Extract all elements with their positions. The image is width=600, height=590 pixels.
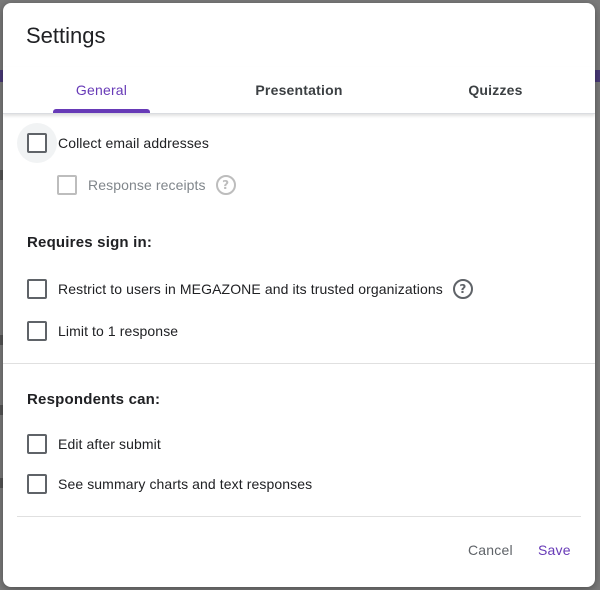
- see-summary-row: See summary charts and text responses: [27, 474, 312, 494]
- collect-email-checkbox[interactable]: [27, 133, 47, 153]
- edit-after-submit-label: Edit after submit: [58, 436, 161, 452]
- restrict-users-checkbox[interactable]: [27, 279, 47, 299]
- collect-email-label: Collect email addresses: [58, 135, 209, 151]
- settings-tab-bar: General Presentation Quizzes: [3, 67, 595, 114]
- section-divider: [3, 363, 595, 364]
- help-circle-icon[interactable]: ?: [215, 175, 236, 195]
- limit-one-response-row: Limit to 1 response: [27, 321, 178, 341]
- tab-quizzes[interactable]: Quizzes: [443, 67, 548, 113]
- edit-after-submit-checkbox[interactable]: [27, 434, 47, 454]
- dialog-title: Settings: [26, 23, 106, 48]
- response-receipts-checkbox[interactable]: [57, 175, 77, 195]
- cancel-button[interactable]: Cancel: [468, 538, 513, 562]
- edit-after-submit-row: Edit after submit: [27, 434, 161, 454]
- limit-one-response-label: Limit to 1 response: [58, 323, 179, 339]
- respondents-can-heading: Respondents can:: [27, 391, 161, 408]
- requires-sign-in-heading: Requires sign in:: [27, 234, 153, 251]
- see-summary-checkbox[interactable]: [27, 474, 47, 494]
- active-tab-indicator: [53, 109, 150, 113]
- actions-divider: [17, 516, 581, 517]
- tab-general[interactable]: General: [53, 67, 150, 113]
- see-summary-label: See summary charts and text responses: [58, 476, 313, 492]
- limit-one-response-checkbox[interactable]: [27, 321, 47, 341]
- help-circle-icon[interactable]: ?: [452, 279, 473, 299]
- response-receipts-label: Response receipts: [88, 177, 206, 193]
- save-button[interactable]: Save: [538, 538, 571, 562]
- restrict-users-row: Restrict to users in MEGAZONE and its tr…: [27, 279, 473, 299]
- collect-email-row: Collect email addresses: [27, 133, 209, 153]
- settings-dialog: Settings General Presentation Quizzes Co…: [3, 3, 595, 587]
- restrict-users-label: Restrict to users in MEGAZONE and its tr…: [58, 281, 443, 297]
- response-receipts-row: Response receipts ?: [57, 175, 236, 195]
- background-header-bar-right: [595, 70, 600, 82]
- tab-presentation[interactable]: Presentation: [229, 67, 369, 113]
